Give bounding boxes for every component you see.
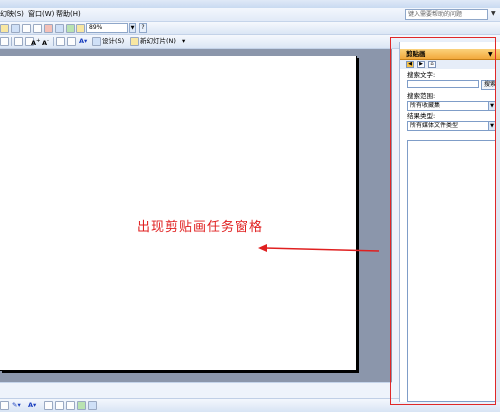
color-icon[interactable] — [76, 24, 85, 33]
zoom-select[interactable]: 89% — [86, 23, 128, 33]
line-style-icon[interactable] — [44, 401, 53, 410]
font-color-icon[interactable]: A▾ — [28, 401, 36, 410]
indent-icon[interactable] — [56, 37, 65, 46]
chevron-down-icon[interactable]: ▼ — [491, 10, 496, 17]
save-icon[interactable] — [11, 24, 20, 33]
slide-canvas[interactable] — [0, 56, 357, 371]
arrow-style-icon[interactable] — [66, 401, 75, 410]
dash-style-icon[interactable] — [55, 401, 64, 410]
title-bar — [0, 0, 500, 8]
menu-bar: 幻映(S) 窗口(W) 帮助(H) 键入需要帮助的问题 ▼ — [0, 8, 500, 22]
preview-icon[interactable] — [33, 24, 42, 33]
open-icon[interactable] — [0, 24, 9, 33]
chart-icon[interactable] — [66, 24, 75, 33]
3d-icon[interactable] — [88, 401, 97, 410]
new-slide-button[interactable]: 新幻灯片(N) — [140, 37, 176, 46]
help-icon[interactable]: ? — [139, 23, 147, 33]
task-pane-scrollbar[interactable] — [496, 60, 500, 402]
shapes-icon[interactable] — [0, 401, 9, 410]
menu-slideshow[interactable]: 幻映(S) — [0, 10, 24, 19]
align-icon[interactable] — [0, 37, 9, 46]
new-slide-icon[interactable] — [130, 37, 139, 46]
shadow-icon[interactable] — [77, 401, 86, 410]
increase-font-icon[interactable]: A+ — [31, 37, 41, 48]
design-icon[interactable] — [92, 37, 101, 46]
design-button[interactable]: 设计(S) — [102, 37, 124, 46]
table-icon[interactable] — [55, 24, 64, 33]
print-icon[interactable] — [22, 24, 31, 33]
notes-pane[interactable] — [0, 382, 392, 396]
separator — [11, 37, 12, 46]
help-search-input[interactable]: 键入需要帮助的问题 — [405, 9, 488, 20]
menu-help[interactable]: 帮助(H) — [56, 10, 81, 19]
annotation-arrow — [258, 244, 380, 252]
cut-icon[interactable] — [44, 24, 53, 33]
numbering-icon[interactable] — [14, 37, 23, 46]
line-color-icon[interactable]: ✎▾ — [12, 401, 21, 410]
menu-window[interactable]: 窗口(W) — [28, 10, 54, 19]
highlight-box — [390, 37, 496, 405]
chevron-down-icon[interactable]: ▼ — [129, 23, 136, 33]
decrease-font-icon[interactable]: A- — [42, 37, 49, 48]
outdent-icon[interactable] — [67, 37, 76, 46]
separator — [53, 37, 54, 46]
annotation-text: 出现剪贴画任务窗格 — [137, 220, 264, 235]
font-color-icon[interactable]: A▾ — [79, 37, 87, 46]
standard-toolbar: 89% ▼ ? — [0, 22, 500, 35]
chevron-down-icon[interactable]: ▾ — [182, 37, 185, 46]
